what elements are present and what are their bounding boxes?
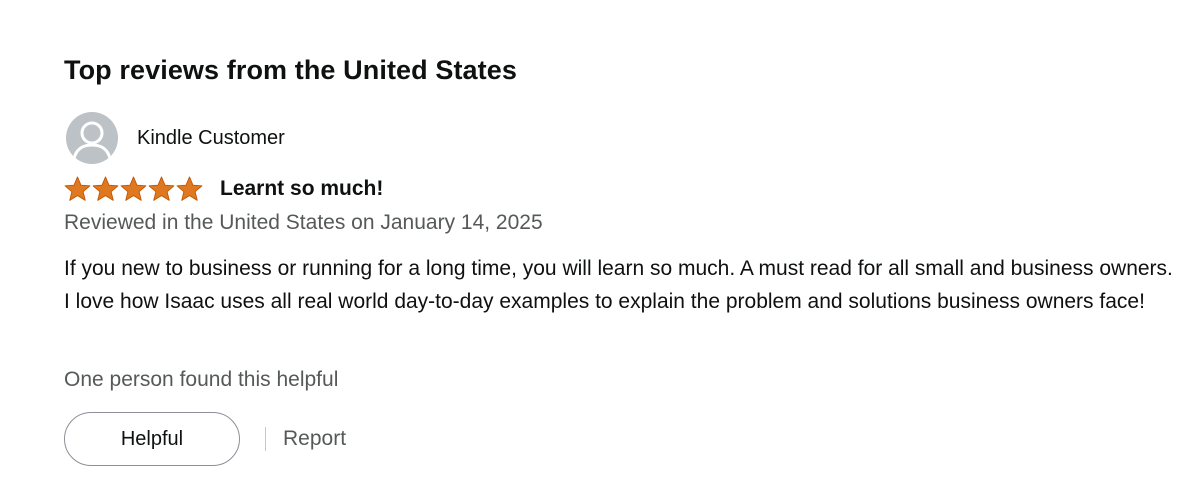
star-icon <box>148 176 175 201</box>
section-title: Top reviews from the United States <box>64 55 517 86</box>
avatar[interactable] <box>66 112 118 164</box>
divider <box>265 427 266 451</box>
helpful-count: One person found this helpful <box>64 368 339 391</box>
rating-row: Learnt so much! <box>64 174 383 204</box>
star-icon <box>64 176 91 201</box>
review-title[interactable]: Learnt so much! <box>220 177 383 201</box>
reviewer-profile[interactable]: Kindle Customer <box>66 112 285 164</box>
review-body: If you new to business or running for a … <box>64 257 1173 313</box>
star-icon <box>176 176 203 201</box>
star-icon <box>92 176 119 201</box>
review-actions: Helpful Report <box>64 412 346 466</box>
helpful-button[interactable]: Helpful <box>64 412 240 466</box>
reviewer-name[interactable]: Kindle Customer <box>137 127 285 150</box>
person-icon <box>72 121 112 160</box>
star-icon <box>120 176 147 201</box>
review-date: Reviewed in the United States on January… <box>64 211 543 234</box>
star-rating[interactable] <box>64 176 204 202</box>
report-link[interactable]: Report <box>283 427 346 451</box>
